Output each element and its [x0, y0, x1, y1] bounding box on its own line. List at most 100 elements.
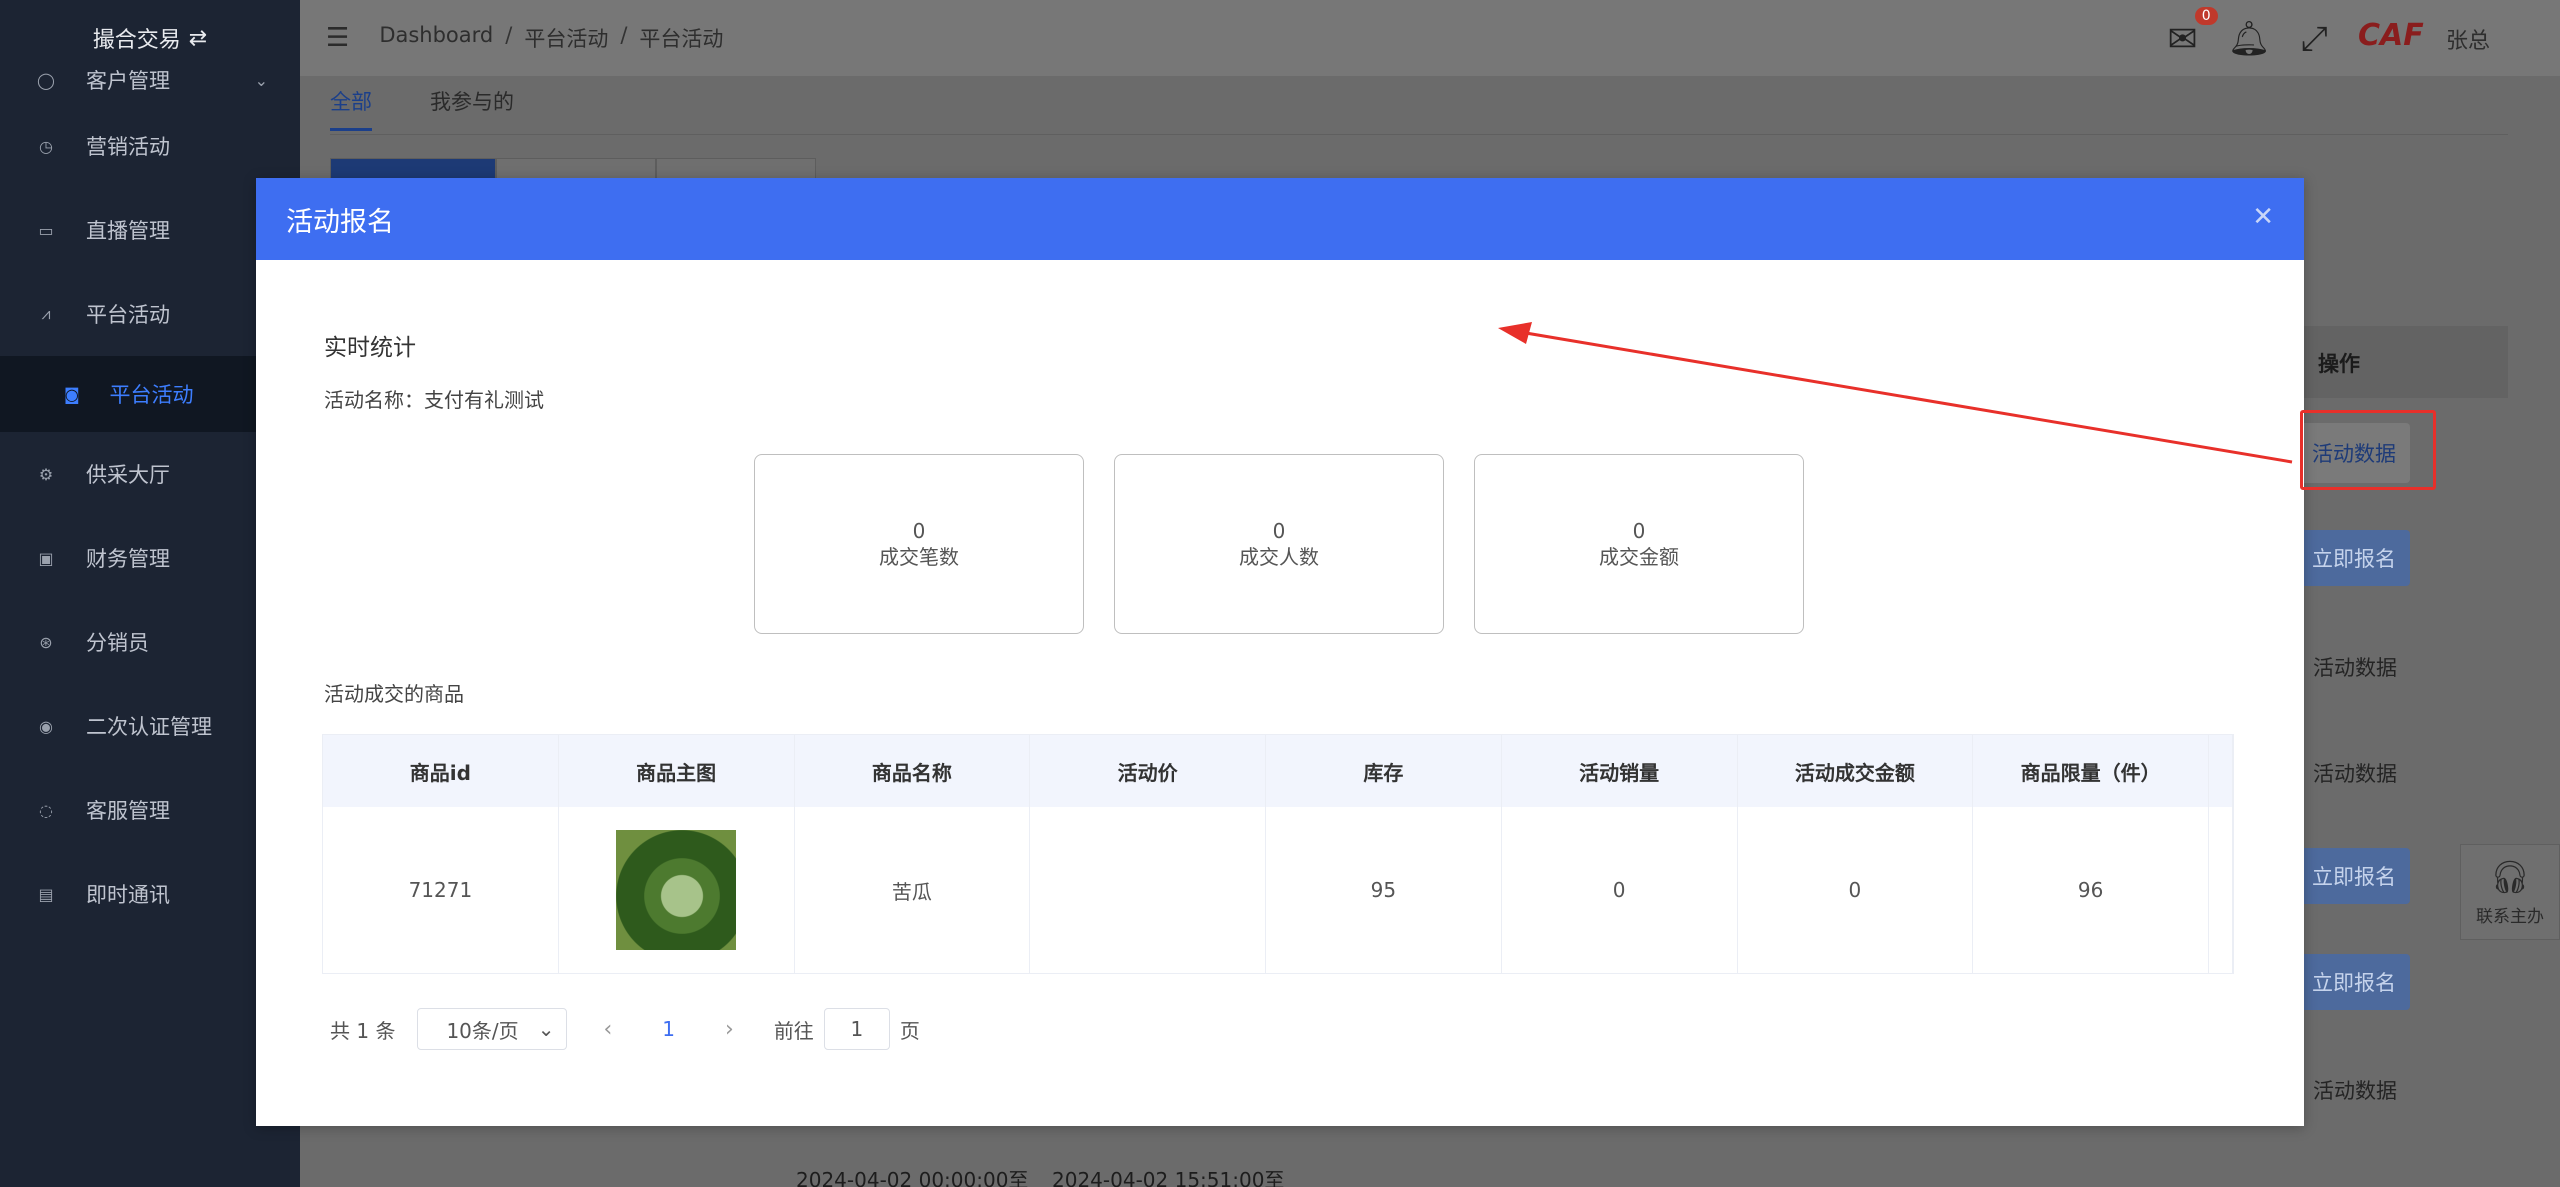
cell-image: [559, 807, 795, 973]
cell-price: [1030, 807, 1266, 973]
fullscreen-icon[interactable]: ⤢: [2301, 19, 2328, 59]
goto-label: 前往: [773, 1018, 814, 1043]
sidebar-subitem-label: 平台活动: [109, 383, 194, 407]
breadcrumb-separator: /: [620, 23, 628, 47]
goods-section-title: 活动成交的商品: [324, 682, 464, 706]
dialog-header: 活动报名 ✕: [256, 178, 2304, 260]
next-page-icon[interactable]: ›: [725, 1017, 734, 1042]
mail-icon[interactable]: ✉ 0: [2167, 6, 2218, 60]
tab-mine[interactable]: 我参与的: [430, 86, 514, 131]
breadcrumb-item[interactable]: 平台活动: [524, 23, 608, 53]
sidebar-item-2fa[interactable]: ◉ 二次认证管理: [0, 684, 300, 768]
activity-data-link[interactable]: 活动数据: [2300, 758, 2410, 788]
sidebar-item-service[interactable]: ◌ 客服管理: [0, 768, 300, 852]
product-image[interactable]: [616, 830, 737, 950]
table-row: 71271 苦瓜 95 0 0 96: [323, 807, 2233, 973]
goto-page-input[interactable]: 1: [823, 1008, 890, 1050]
sidebar-item-label: 客户管理: [86, 69, 170, 93]
page-tabs: 全部 我参与的: [330, 86, 514, 131]
dialog-title: 活动报名: [286, 206, 394, 238]
column-header: 活动价: [1030, 735, 1266, 807]
breadcrumb-item[interactable]: Dashboard: [379, 23, 493, 53]
column-header: 活动销量: [1501, 735, 1738, 807]
sidebar-item-distributor[interactable]: ⊛ 分销员: [0, 600, 300, 684]
sidebar-item-supply-hall[interactable]: ⚙ 供采大厅: [0, 432, 300, 516]
video-icon: ▭: [38, 220, 54, 240]
tab-all[interactable]: 全部: [330, 86, 372, 131]
page-size-select[interactable]: 10条/页 ⌄: [417, 1008, 568, 1050]
sidebar-item-label: 二次认证管理: [86, 715, 212, 739]
sidebar-item-label: 即时通讯: [86, 883, 170, 907]
eye-icon: ◉: [39, 716, 53, 736]
activity-name: 活动名称：支付有礼测试: [324, 388, 544, 412]
stat-card-amount: 0 成交金额: [1474, 454, 1804, 634]
goods-table: 商品id 商品主图 商品名称 活动价 库存 活动销量 活动成交金额 商品限量（件…: [322, 734, 2234, 974]
tab-divider: [330, 134, 2508, 135]
cell-stock: 95: [1266, 807, 1502, 973]
sidebar-item-label: 营销活动: [86, 135, 170, 159]
sidebar-item-live[interactable]: ▭ 直播管理: [0, 188, 300, 272]
stat-value: 0: [1272, 519, 1286, 543]
scroll-gutter: [2209, 807, 2233, 973]
stat-card-buyers: 0 成交人数: [1114, 454, 1444, 634]
sidebar-item-label: 财务管理: [86, 547, 170, 571]
page-size-value: 10条/页: [446, 1018, 519, 1043]
op-column-header: 操作: [2318, 352, 2360, 376]
activity-data-link[interactable]: 活动数据: [2300, 652, 2410, 682]
stat-label: 成交笔数: [879, 545, 959, 569]
sidebar-item-finance[interactable]: ▣ 财务管理: [0, 516, 300, 600]
column-header: 商品名称: [794, 735, 1031, 807]
column-header: 活动成交金额: [1737, 735, 1974, 807]
network-icon: ⊛: [39, 632, 53, 652]
breadcrumb-separator: /: [505, 23, 513, 47]
sidebar-item-label: 平台活动: [86, 303, 170, 327]
message-icon: ▤: [38, 884, 54, 904]
activity-data-link[interactable]: 活动数据: [2300, 1075, 2410, 1105]
time-cell: 2024-04-02 15:51:00至: [1052, 1168, 1285, 1187]
column-header: 商品主图: [558, 735, 795, 807]
top-bar: ☰ Dashboard / 平台活动 / 平台活动 ✉ 0 🔔︎ ⤢ CAF 张总: [300, 0, 2560, 76]
briefcase-icon: ▣: [38, 548, 54, 568]
scroll-gutter: [2209, 735, 2233, 807]
contact-label: 联系主办: [2476, 906, 2544, 927]
menu-toggle-icon[interactable]: ☰: [326, 23, 349, 53]
user-name[interactable]: 张总: [2446, 23, 2490, 55]
chart-icon: ⩘: [41, 304, 51, 323]
sidebar-item-customer[interactable]: ◯ 客户管理 ⌄: [0, 56, 300, 104]
register-button[interactable]: 立即报名: [2298, 530, 2410, 586]
header-actions: ✉ 0 🔔︎ ⤢ CAF 张总: [2167, 6, 2490, 64]
sidebar-item-label: 直播管理: [86, 219, 170, 243]
sidebar: 撮合交易 ⇄ ◯ 客户管理 ⌄ ◷ 营销活动 ▭ 直播管理 ⩘ 平台活动 ◙ 平…: [0, 0, 300, 1187]
sidebar-item-marketing[interactable]: ◷ 营销活动: [0, 104, 300, 188]
register-button[interactable]: 立即报名: [2298, 848, 2410, 904]
bell-icon[interactable]: 🔔︎: [2228, 19, 2271, 59]
page-number[interactable]: 1: [662, 1017, 675, 1041]
stat-value: 0: [1632, 519, 1646, 543]
cell-id: 71271: [323, 807, 559, 973]
gear-icon: ⚙: [38, 464, 54, 484]
mail-badge: 0: [2194, 6, 2218, 25]
time-cell: 2024-04-02 00:00:00至: [796, 1168, 1029, 1187]
cell-limit: 96: [1973, 807, 2209, 973]
stat-value: 0: [912, 519, 926, 543]
highlight-box: [2300, 410, 2436, 490]
headset-icon: 🎧︎: [2489, 857, 2531, 896]
breadcrumb-item: 平台活动: [639, 27, 724, 51]
breadcrumb: Dashboard / 平台活动 / 平台活动: [379, 23, 723, 53]
contact-organizer-button[interactable]: 🎧︎ 联系主办: [2460, 844, 2560, 940]
register-button[interactable]: 立即报名: [2298, 954, 2410, 1010]
cell-name: 苦瓜: [795, 807, 1031, 973]
sidebar-subitem-platform-activity[interactable]: ◙ 平台活动: [0, 356, 300, 432]
sidebar-item-im[interactable]: ▤ 即时通讯: [0, 852, 300, 936]
prev-page-icon[interactable]: ‹: [603, 1017, 612, 1042]
switch-icon[interactable]: ⇄: [189, 26, 207, 51]
table-header-row: 商品id 商品主图 商品名称 活动价 库存 活动销量 活动成交金额 商品限量（件…: [323, 735, 2233, 807]
sidebar-top-label: 撮合交易: [92, 28, 181, 53]
close-icon[interactable]: ✕: [2252, 202, 2274, 232]
sidebar-item-platform-activity[interactable]: ⩘ 平台活动: [0, 272, 300, 356]
compass-icon: ◷: [39, 136, 53, 156]
stat-label: 成交人数: [1239, 545, 1319, 569]
sidebar-item-label: 供采大厅: [86, 463, 170, 487]
column-header: 商品id: [323, 735, 559, 807]
cell-sales: 0: [1502, 807, 1738, 973]
